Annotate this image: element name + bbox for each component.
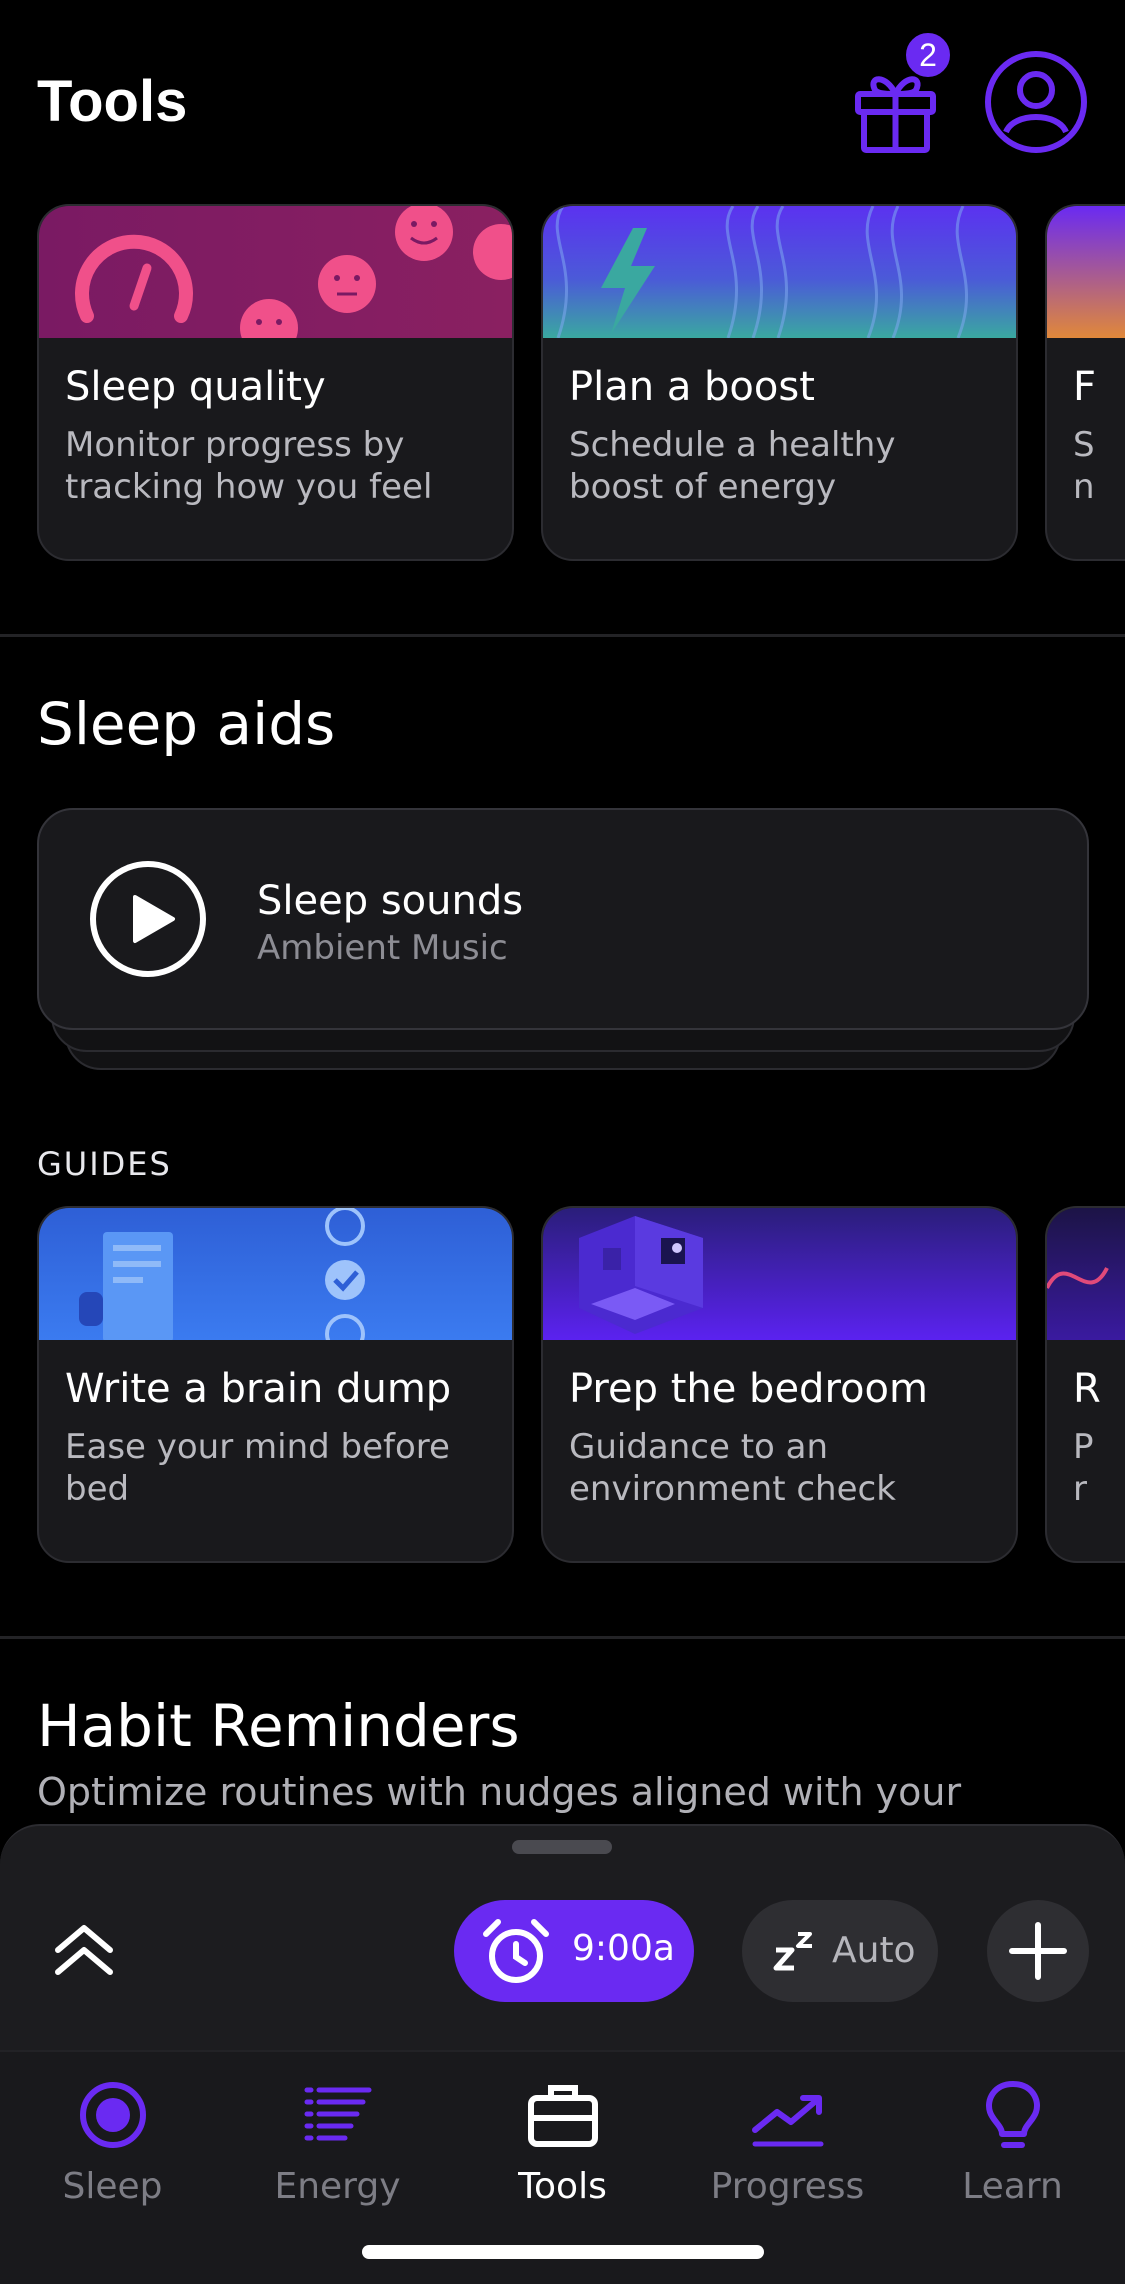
- plus-icon: [1009, 1922, 1067, 1980]
- header: Tools 2: [37, 30, 1088, 160]
- card-prep-bedroom[interactable]: Prep the bedroom Guidance to an environm…: [541, 1206, 1018, 1563]
- energy-icon: [304, 2087, 371, 2141]
- gift-button[interactable]: 2: [848, 30, 953, 155]
- auto-label: Auto: [832, 1930, 916, 1971]
- progress-icon: [751, 2095, 823, 2147]
- divider: [0, 634, 1125, 637]
- sleep-sounds-card[interactable]: Sleep sounds Ambient Music: [37, 808, 1089, 1030]
- sleep-sounds-subtitle: Ambient Music: [257, 928, 508, 968]
- guides-carousel[interactable]: Write a brain dump Ease your mind before…: [37, 1206, 1125, 1566]
- card-title: Sleep quality: [65, 364, 326, 410]
- card-title: Plan a boost: [569, 364, 815, 410]
- alarm-clock-icon: [483, 1919, 549, 1983]
- tab-sleep[interactable]: Sleep: [0, 2052, 225, 2232]
- bedroom-icon: [579, 1216, 703, 1334]
- tab-energy[interactable]: Energy: [225, 2052, 450, 2232]
- divider: [0, 1636, 1125, 1639]
- briefcase-icon: [527, 2085, 598, 2147]
- card-brain-dump[interactable]: Write a brain dump Ease your mind before…: [37, 1206, 514, 1563]
- gauge-icon: [75, 206, 512, 338]
- tab-tools[interactable]: Tools: [450, 2052, 675, 2232]
- card-partial-guide[interactable]: R P r: [1045, 1206, 1125, 1563]
- card-sleep-quality[interactable]: Sleep quality Monitor progress by tracki…: [37, 204, 514, 561]
- partial-guide-hero: [1047, 1208, 1125, 1340]
- habit-subtitle: Optimize routines with nudges aligned wi…: [37, 1770, 962, 1814]
- partial-hero: [1047, 206, 1125, 338]
- tools-carousel[interactable]: Sleep quality Monitor progress by tracki…: [37, 204, 1125, 564]
- sleep-quality-hero: [39, 206, 512, 338]
- add-button[interactable]: [987, 1900, 1089, 2002]
- home-indicator[interactable]: [362, 2245, 764, 2259]
- card-title: F: [1073, 364, 1097, 410]
- notification-badge: 2: [903, 30, 953, 80]
- sheet-grabber[interactable]: [512, 1840, 612, 1854]
- tab-label: Progress: [710, 2166, 865, 2207]
- sleep-sounds-stack[interactable]: Sleep sounds Ambient Music: [37, 808, 1089, 1070]
- zzz-icon: [773, 1932, 812, 1971]
- sleep-sounds-title: Sleep sounds: [257, 878, 524, 924]
- tab-label: Energy: [274, 2166, 401, 2207]
- section-title-sleep-aids: Sleep aids: [37, 690, 336, 758]
- alarm-button[interactable]: 9:00a: [454, 1900, 694, 2002]
- prep-bedroom-hero: [543, 1208, 1016, 1340]
- card-partial[interactable]: F S n: [1045, 204, 1125, 561]
- card-description: Ease your mind before bed: [65, 1427, 450, 1509]
- tab-learn[interactable]: Learn: [900, 2052, 1125, 2232]
- card-description: Schedule a healthy boost of energy: [569, 425, 896, 507]
- card-description: S n: [1073, 425, 1095, 507]
- section-title-habit-reminders: Habit Reminders: [37, 1692, 520, 1760]
- card-description: Monitor progress by tracking how you fee…: [65, 425, 433, 507]
- play-icon[interactable]: [89, 860, 207, 978]
- page-title: Tools: [37, 69, 188, 134]
- card-title: R: [1073, 1366, 1101, 1412]
- brain-dump-hero: [39, 1208, 512, 1340]
- tab-label: Sleep: [62, 2166, 163, 2207]
- chevron-up-icon[interactable]: [52, 1922, 116, 1978]
- card-title: Prep the bedroom: [569, 1366, 928, 1412]
- tab-label: Tools: [518, 2166, 607, 2207]
- auto-sleep-button[interactable]: Auto: [742, 1900, 938, 2002]
- notes-icon: [79, 1208, 365, 1340]
- profile-button[interactable]: [984, 50, 1088, 154]
- plan-boost-hero: [543, 206, 1016, 338]
- card-description: Guidance to an environment check: [569, 1427, 896, 1509]
- bottom-sheet: 9:00a Auto Sleep Energy Tools Progress L…: [0, 1824, 1125, 2284]
- sleep-icon: [79, 2082, 146, 2148]
- lightbulb-icon: [985, 2081, 1040, 2148]
- card-title: Write a brain dump: [65, 1366, 452, 1412]
- card-plan-boost[interactable]: Plan a boost Schedule a healthy boost of…: [541, 204, 1018, 561]
- bolt-icon: [555, 206, 968, 338]
- alarm-time: 9:00a: [572, 1928, 675, 1969]
- tab-label: Learn: [962, 2166, 1063, 2207]
- wave-decoration: [1047, 1267, 1109, 1289]
- tab-progress[interactable]: Progress: [675, 2052, 900, 2232]
- card-description: P r: [1073, 1427, 1094, 1509]
- profile-icon: [985, 51, 1087, 153]
- guides-label: GUIDES: [37, 1145, 172, 1183]
